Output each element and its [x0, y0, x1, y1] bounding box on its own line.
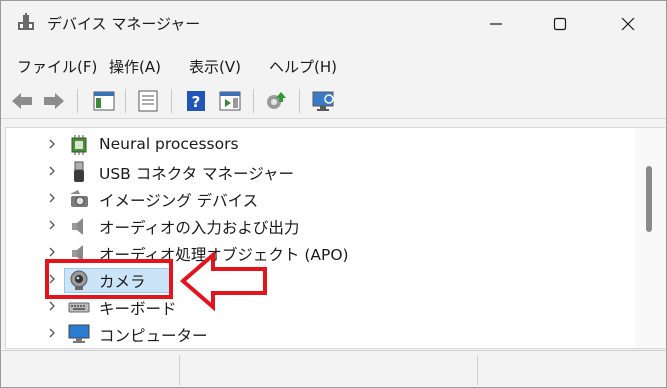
tree-item-label: イメージング デバイス	[99, 192, 259, 210]
show-hide-console-tree-icon	[93, 91, 115, 111]
update-driver-icon	[267, 92, 286, 109]
menu-view[interactable]: 表示(V)	[187, 54, 243, 79]
speaker-icon	[68, 215, 90, 237]
vertical-scrollbar[interactable]	[635, 127, 665, 349]
toolbar: ?	[1, 83, 666, 119]
show-hide-console-tree-button[interactable]	[91, 88, 117, 114]
minimize-icon	[490, 23, 502, 25]
scan-hardware-icon	[312, 91, 334, 111]
chevron-right-icon[interactable]	[46, 300, 58, 312]
chevron-right-icon[interactable]	[46, 138, 58, 150]
chip-icon	[68, 134, 90, 156]
imaging-device-icon	[68, 188, 90, 210]
svg-text:?: ?	[192, 93, 201, 111]
tree-item-usb-connector-manager[interactable]: USB コネクタ マネージャー	[6, 158, 635, 185]
scan-hardware-button[interactable]	[311, 88, 337, 114]
minimize-button[interactable]	[466, 1, 526, 47]
tree-item-label: コンピューター	[99, 327, 208, 345]
device-tree: Neural processors USB コネクタ マネージャー イメージング…	[5, 127, 635, 349]
menu-bar: ファイル(F) 操作(A) 表示(V) ヘルプ(H)	[1, 49, 666, 83]
chevron-right-icon[interactable]	[46, 165, 58, 177]
title-bar[interactable]: デバイス マネージャー	[1, 1, 666, 47]
keyboard-icon	[68, 296, 90, 318]
chevron-right-icon[interactable]	[46, 246, 58, 258]
menu-help[interactable]: ヘルプ(H)	[267, 54, 339, 79]
update-driver-button[interactable]	[263, 88, 289, 114]
action-pane-icon	[219, 91, 241, 111]
annotation-arrow	[179, 250, 267, 312]
back-icon	[12, 93, 32, 109]
chevron-right-icon[interactable]	[46, 192, 58, 204]
menu-file[interactable]: ファイル(F)	[15, 54, 99, 79]
properties-button[interactable]	[135, 88, 161, 114]
menu-action[interactable]: 操作(A)	[107, 54, 163, 79]
close-button[interactable]	[598, 1, 658, 47]
chevron-right-icon[interactable]	[46, 219, 58, 231]
maximize-icon	[553, 17, 567, 31]
tree-item-neural-processors[interactable]: Neural processors	[6, 131, 635, 158]
close-icon	[621, 17, 635, 31]
usb-connector-icon	[68, 161, 90, 183]
back-button[interactable]	[9, 88, 35, 114]
monitor-icon	[68, 323, 90, 345]
status-bar	[1, 350, 666, 387]
tree-item-computer[interactable]: コンピューター	[6, 320, 635, 347]
chevron-right-icon[interactable]	[46, 327, 58, 339]
tree-item-imaging-devices[interactable]: イメージング デバイス	[6, 185, 635, 212]
tree-item-audio-inputs-outputs[interactable]: オーディオの入力および出力	[6, 212, 635, 239]
device-manager-window: デバイス マネージャー ファイル(F) 操作(A) 表示(V) ヘルプ(H) ?…	[0, 0, 667, 388]
tree-item-label: Neural processors	[99, 135, 239, 153]
action-pane-button[interactable]	[217, 88, 243, 114]
help-button[interactable]: ?	[183, 88, 209, 114]
device-manager-app-icon	[15, 12, 37, 34]
forward-button[interactable]	[41, 88, 67, 114]
maximize-button[interactable]	[530, 1, 590, 47]
window-title: デバイス マネージャー	[47, 15, 201, 33]
scrollbar-thumb[interactable]	[646, 166, 652, 232]
annotation-highlight-box	[45, 259, 173, 299]
forward-icon	[44, 93, 64, 109]
properties-icon	[138, 90, 158, 112]
help-icon: ?	[187, 91, 205, 111]
tree-item-label: USB コネクタ マネージャー	[99, 165, 294, 183]
tree-item-label: キーボード	[99, 300, 177, 318]
tree-item-label: オーディオの入力および出力	[99, 219, 300, 237]
